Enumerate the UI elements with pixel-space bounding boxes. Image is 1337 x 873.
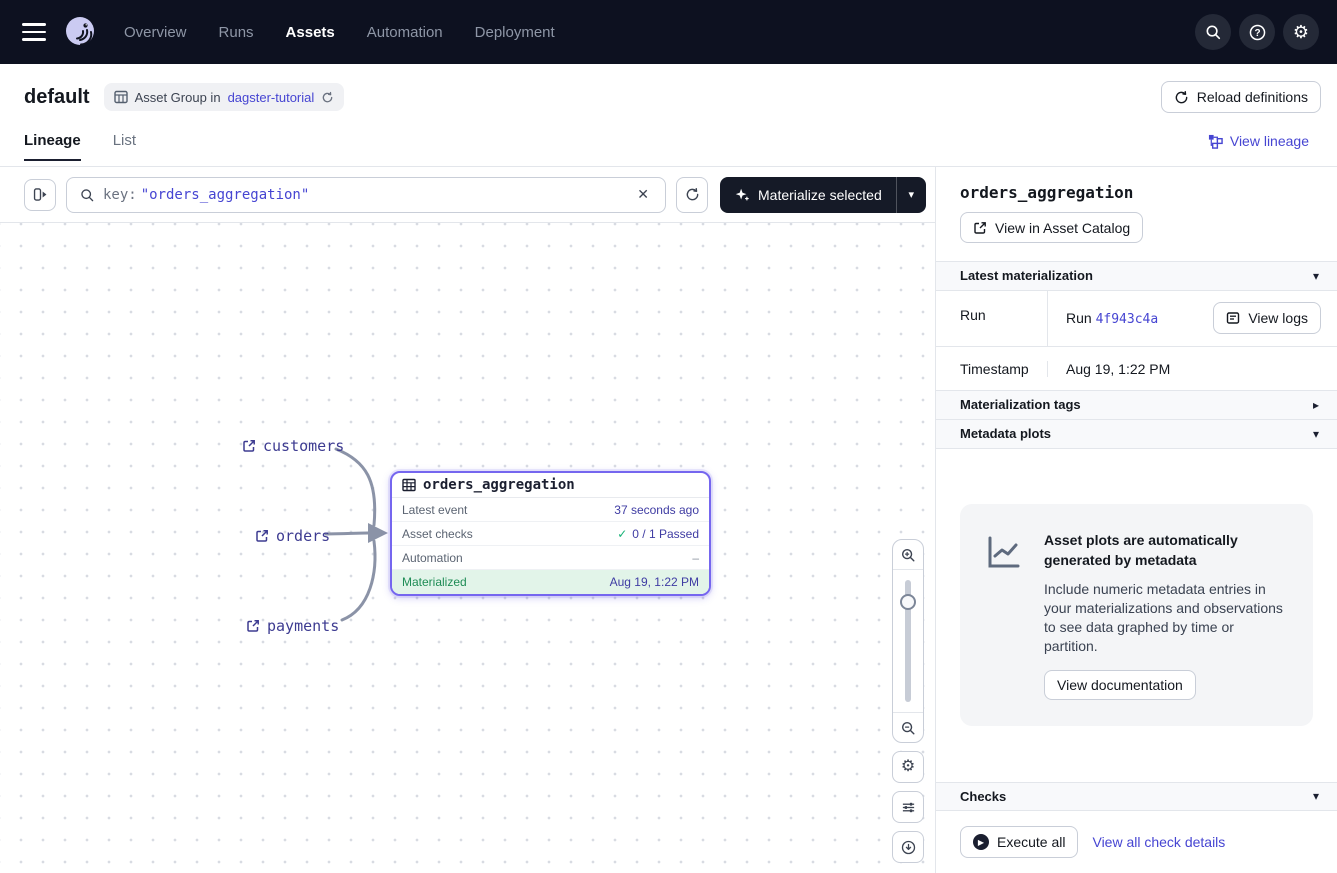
reload-definitions-button[interactable]: Reload definitions: [1161, 81, 1321, 113]
search-query-prefix: key:: [103, 187, 137, 203]
graph-toolbar: key: "orders_aggregation" ✕ Materialize …: [0, 167, 935, 222]
materialize-dropdown-caret[interactable]: ▾: [896, 177, 926, 213]
view-lineage-link[interactable]: View lineage: [1208, 130, 1309, 149]
node-row: Automation –: [392, 546, 709, 570]
page-title: default: [24, 86, 90, 109]
dagster-logo: [62, 14, 98, 50]
view-logs-button[interactable]: View logs: [1213, 302, 1321, 334]
search-query-term: "orders_aggregation": [141, 187, 310, 203]
run-row: Run Run 4f943c4a View logs: [936, 291, 1337, 347]
chevron-down-icon: ▾: [1313, 789, 1319, 803]
asset-node-orders-aggregation[interactable]: orders_aggregation Latest event 37 secon…: [390, 471, 711, 596]
plots-card-title: Asset plots are automatically generated …: [1044, 530, 1289, 570]
zoom-slider[interactable]: [893, 570, 923, 712]
view-documentation-button[interactable]: View documentation: [1044, 670, 1196, 700]
external-link-icon: [973, 221, 987, 235]
chevron-down-icon: ▾: [1313, 269, 1319, 283]
upstream-asset-payments[interactable]: payments: [246, 617, 339, 635]
collapse-panel-icon[interactable]: [24, 179, 56, 211]
nav-item-deployment[interactable]: Deployment: [475, 24, 555, 41]
node-row: Latest event 37 seconds ago: [392, 498, 709, 522]
asset-group-badge: Asset Group in dagster-tutorial: [104, 83, 345, 111]
section-latest-materialization[interactable]: Latest materialization ▾: [936, 261, 1337, 290]
metadata-plots-content: Asset plots are automatically generated …: [936, 449, 1337, 782]
tab-list[interactable]: List: [113, 130, 136, 161]
search-icon: [79, 187, 95, 203]
chevron-down-icon: ▾: [1313, 427, 1319, 441]
execute-all-button[interactable]: ▶ Execute all: [960, 826, 1078, 858]
graph-settings-gear-icon[interactable]: ⚙: [892, 751, 924, 783]
search-icon[interactable]: [1195, 14, 1231, 50]
checks-footer: ▶ Execute all View all check details: [936, 811, 1337, 873]
asset-details-panel: orders_aggregation View in Asset Catalog…: [935, 167, 1337, 873]
external-link-icon: [246, 619, 260, 633]
asset-node-header: orders_aggregation: [392, 473, 709, 498]
zoom-in-icon[interactable]: [893, 540, 923, 570]
materialize-selected-button[interactable]: Materialize selected: [720, 177, 896, 213]
nav-item-automation[interactable]: Automation: [367, 24, 443, 41]
svg-text:?: ?: [1254, 28, 1260, 39]
zoom-out-icon[interactable]: [893, 712, 923, 742]
lineage-icon: [1208, 134, 1223, 149]
nav-item-runs[interactable]: Runs: [219, 24, 254, 41]
repo-link[interactable]: dagster-tutorial: [228, 90, 315, 105]
logs-icon: [1226, 311, 1240, 325]
tab-lineage[interactable]: Lineage: [24, 130, 81, 161]
timestamp-row: Timestamp Aug 19, 1:22 PM: [936, 346, 1337, 390]
zoom-slider-knob[interactable]: [900, 594, 916, 610]
top-nav: Overview Runs Assets Automation Deployme…: [0, 0, 1337, 64]
asset-plots-card: Asset plots are automatically generated …: [960, 504, 1313, 726]
refresh-graph-icon[interactable]: [676, 177, 708, 213]
reload-icon: [1174, 90, 1189, 105]
table-icon: [402, 478, 416, 492]
line-chart-icon: [984, 530, 1026, 700]
primary-nav: Overview Runs Assets Automation Deployme…: [124, 24, 555, 41]
sync-status-icon: [321, 91, 334, 104]
section-checks[interactable]: Checks ▾: [936, 782, 1337, 811]
lineage-canvas[interactable]: customers orders payments orders_aggrega…: [0, 222, 935, 873]
nav-item-assets[interactable]: Assets: [286, 24, 335, 41]
plots-card-body: Include numeric metadata entries in your…: [1044, 580, 1289, 656]
nav-item-overview[interactable]: Overview: [124, 24, 187, 41]
check-icon: ✓: [617, 527, 627, 541]
panel-asset-title: orders_aggregation: [960, 183, 1313, 202]
run-id-link[interactable]: 4f943c4a: [1096, 312, 1159, 327]
sparkle-icon: [734, 187, 750, 203]
zoom-panel: [892, 539, 924, 743]
page-header: default Asset Group in dagster-tutorial …: [0, 64, 1337, 130]
section-metadata-plots[interactable]: Metadata plots ▾: [936, 420, 1337, 449]
clear-search-icon[interactable]: ✕: [629, 182, 657, 207]
node-row-materialized: Materialized Aug 19, 1:22 PM: [392, 570, 709, 594]
play-icon: ▶: [973, 834, 989, 850]
menu-icon[interactable]: [16, 14, 52, 50]
help-icon[interactable]: ?: [1239, 14, 1275, 50]
view-in-asset-catalog-button[interactable]: View in Asset Catalog: [960, 212, 1143, 243]
graph-filters-icon[interactable]: [892, 791, 924, 823]
recenter-graph-icon[interactable]: [892, 831, 924, 863]
node-row: Asset checks ✓0 / 1 Passed: [392, 522, 709, 546]
asset-search-input[interactable]: key: "orders_aggregation" ✕: [66, 177, 666, 213]
view-all-check-details-link[interactable]: View all check details: [1092, 834, 1225, 850]
table-icon: [114, 90, 128, 104]
chevron-right-icon: ▸: [1313, 398, 1319, 412]
materialize-split-button: Materialize selected ▾: [720, 177, 926, 213]
gear-icon[interactable]: ⚙: [1283, 14, 1319, 50]
badge-prefix: Asset Group in: [135, 90, 221, 105]
external-link-icon: [255, 529, 269, 543]
external-link-icon: [242, 439, 256, 453]
upstream-asset-customers[interactable]: customers: [242, 437, 344, 455]
tabs-row: Lineage List View lineage: [0, 130, 1337, 167]
section-materialization-tags[interactable]: Materialization tags ▸: [936, 390, 1337, 419]
upstream-asset-orders[interactable]: orders: [255, 527, 330, 545]
